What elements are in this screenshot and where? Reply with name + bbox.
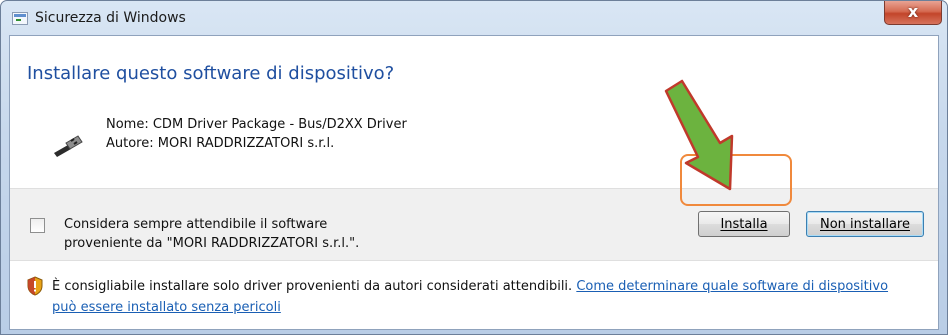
usb-plug-icon [51,132,87,164]
install-button[interactable]: Installa [698,211,790,237]
driver-publisher: Autore: MORI RADDRIZZATORI s.r.l. [106,136,335,151]
security-dialog-window: Sicurezza di Windows x Installare questo… [0,0,948,335]
shield-warning-icon [26,276,44,300]
footer-text: È consigliabile installare solo driver p… [52,276,912,318]
window-security-icon [12,12,28,25]
always-trust-label[interactable]: Considera sempre attendibile il software… [64,215,359,253]
always-trust-label-line2: proveniente da "MORI RADDRIZZATORI s.r.l… [64,236,360,251]
warning-text: È consigliabile installare solo driver p… [52,279,573,294]
green-arrow-icon [658,79,748,201]
action-band: Considera sempre attendibile il software… [10,188,938,261]
window-title: Sicurezza di Windows [35,10,186,26]
driver-info: Nome: CDM Driver Package - Bus/D2XX Driv… [106,115,407,153]
dialog-content: Installare questo software di dispositiv… [9,35,939,330]
title-bar[interactable]: Sicurezza di Windows x [1,1,947,35]
driver-name: Nome: CDM Driver Package - Bus/D2XX Driv… [106,117,407,132]
close-button[interactable]: x [884,1,942,25]
dialog-heading: Installare questo software di dispositiv… [27,63,395,84]
always-trust-checkbox[interactable] [30,218,45,233]
always-trust-label-line1: Considera sempre attendibile il software [64,217,328,232]
footer-warning: È consigliabile installare solo driver p… [10,262,938,328]
dont-install-button[interactable]: Non installare [806,211,924,237]
